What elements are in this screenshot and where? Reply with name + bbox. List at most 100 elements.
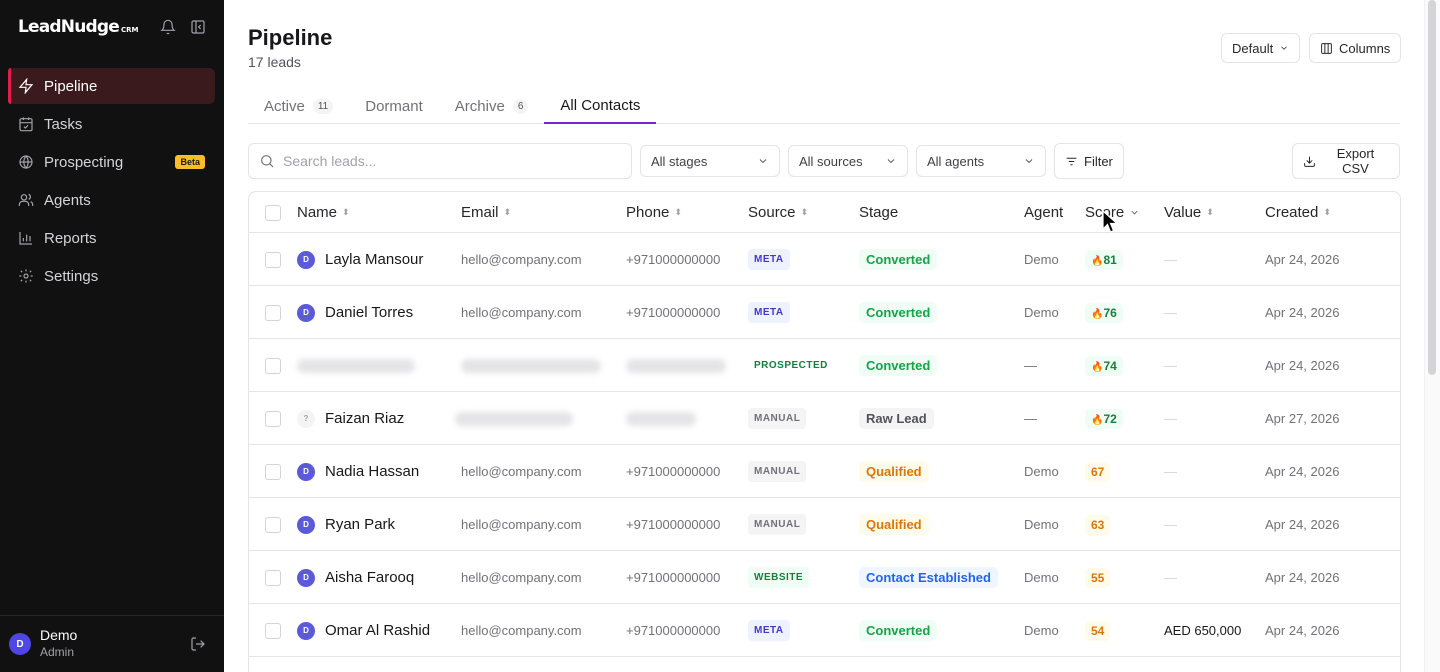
column-header-stage[interactable]: Stage [859,204,898,221]
tab-archive[interactable]: Archive 6 [439,88,545,124]
created-date: Apr 24, 2026 [1265,358,1340,373]
agent-select[interactable]: All agents [916,145,1046,177]
created-cell: Apr 24, 2026 [1265,286,1339,339]
table-row[interactable]: D Nadia Hassan hello@company.com +971000000… [249,445,1400,498]
select-all-checkbox[interactable] [265,205,281,221]
value-cell: — [1164,498,1177,551]
view-select[interactable]: Default [1221,33,1301,63]
column-header-name[interactable]: Name ⬍ [297,204,350,221]
lead-name-cell[interactable]: D Daniel Torres [297,286,413,339]
logo-row: LeadNudge CRM [18,14,206,40]
lead-name-cell[interactable]: D Layla Mansour [297,233,423,286]
table-row[interactable]: PROSPECTED Converted — 🔥74 — Apr 24, 2026 [249,339,1400,392]
lead-name-cell[interactable]: D Ryan Park [297,498,395,551]
user-profile[interactable]: D Demo Admin [0,615,224,672]
row-checkbox-cell [265,286,281,339]
tab-label: Archive [454,97,505,115]
value-amount: — [1164,517,1177,532]
source-badge: MANUAL [748,461,807,482]
lead-name-cell[interactable] [297,339,415,392]
created-cell: Apr 24, 2026 [1265,445,1339,498]
table-row[interactable]: D Daniel Torres hello@company.com +97100000… [249,286,1400,339]
download-icon [1303,155,1316,168]
row-checkbox[interactable] [265,622,281,639]
score-cell: 🔥81 [1085,233,1123,286]
sidebar-item-reports[interactable]: Reports [8,220,215,256]
agent-cell: — [1024,339,1037,392]
table-row[interactable]: D Omar Al Rashid hello@company.com +9710000… [249,604,1400,657]
column-header-value[interactable]: Value ⬍ [1164,204,1214,221]
email-cell: hello@company.com [461,233,582,286]
phone-cell: +971000000000 [626,286,720,339]
filter-button[interactable]: Filter [1054,143,1124,179]
row-checkbox[interactable] [265,463,281,480]
lead-name-cell[interactable]: D Aisha Farooq [297,551,414,604]
chevron-down-icon [1023,155,1035,167]
score-badge: 63 [1085,514,1111,535]
column-header-phone[interactable]: Phone ⬍ [626,204,682,221]
table-row[interactable]: D Aisha Farooq hello@company.com +971000000… [249,551,1400,604]
bar-chart-icon [18,230,34,246]
source-select[interactable]: All sources [788,145,908,177]
table-row[interactable]: ? Faizan Riaz MANUAL Raw Lead — 🔥72 — Apr 27, 2… [249,392,1400,445]
tab-dormant[interactable]: Dormant [349,88,439,124]
score-cell: 67 [1085,445,1111,498]
source-badge: MANUAL [748,514,807,535]
bell-icon[interactable] [160,19,176,35]
row-checkbox[interactable] [265,357,281,374]
logout-icon[interactable] [190,636,206,652]
search-input[interactable] [283,153,613,169]
column-header-source[interactable]: Source ⬍ [748,204,808,221]
page-scrollbar-thumb[interactable] [1428,0,1436,375]
lead-avatar: D [297,250,315,269]
sidebar-item-pipeline[interactable]: Pipeline [8,68,215,104]
row-checkbox[interactable] [265,304,281,321]
app-logo[interactable]: LeadNudge CRM [18,17,139,37]
page-scrollbar-track[interactable] [1424,0,1440,672]
column-header-agent[interactable]: Agent [1024,204,1063,221]
columns-button[interactable]: Columns [1309,33,1402,63]
stage-select[interactable]: All stages [640,145,780,177]
tab-all-contacts[interactable]: All Contacts [544,88,657,124]
tab-active[interactable]: Active 11 [248,88,349,124]
value-cell: — [1164,286,1177,339]
sidebar-item-tasks[interactable]: Tasks [8,106,215,142]
phone-cell [626,339,726,392]
row-checkbox[interactable] [265,516,281,533]
column-header-email[interactable]: Email ⬍ [461,204,511,221]
lead-avatar: ? [297,409,315,428]
lead-name-cell[interactable]: D Omar Al Rashid [297,604,430,657]
email-value: hello@company.com [461,570,582,585]
agent-value: Demo [1024,570,1059,585]
export-csv-button[interactable]: Export CSV [1292,143,1400,179]
sidebar-item-agents[interactable]: Agents [8,182,215,218]
lead-name-cell[interactable]: ? Faizan Riaz [297,392,404,445]
source-badge: WEBSITE [748,567,810,588]
row-checkbox[interactable] [265,569,281,586]
source-cell: META [748,286,790,339]
stage-cell: Converted [859,233,938,286]
sidebar-item-label: Prospecting [44,153,124,171]
score-cell: 54 [1085,604,1111,657]
agent-cell: Demo [1024,445,1059,498]
sidebar-item-settings[interactable]: Settings [8,258,215,294]
users-icon [18,192,34,208]
value-amount: — [1164,411,1177,426]
stage-cell: Raw Lead [859,392,934,445]
lead-name: Faizan Riaz [325,410,405,427]
source-badge: PROSPECTED [748,355,834,376]
value-amount: — [1164,252,1177,267]
redacted-name [297,358,415,373]
source-select-value: All sources [799,153,863,169]
chevron-down-icon [1129,207,1140,218]
collapse-sidebar-icon[interactable] [190,19,206,35]
lead-name-cell[interactable]: D Nadia Hassan [297,445,419,498]
table-row[interactable]: D Layla Mansour hello@company.com +97100000… [249,233,1400,286]
sidebar-item-prospecting[interactable]: Prospecting Beta [8,144,215,180]
value-cell: — [1164,339,1177,392]
column-header-created[interactable]: Created ⬍ [1265,204,1331,221]
search-box [248,143,632,179]
table-row[interactable]: D Ryan Park hello@company.com +971000000000… [249,498,1400,551]
row-checkbox[interactable] [265,410,281,427]
row-checkbox[interactable] [265,251,281,268]
